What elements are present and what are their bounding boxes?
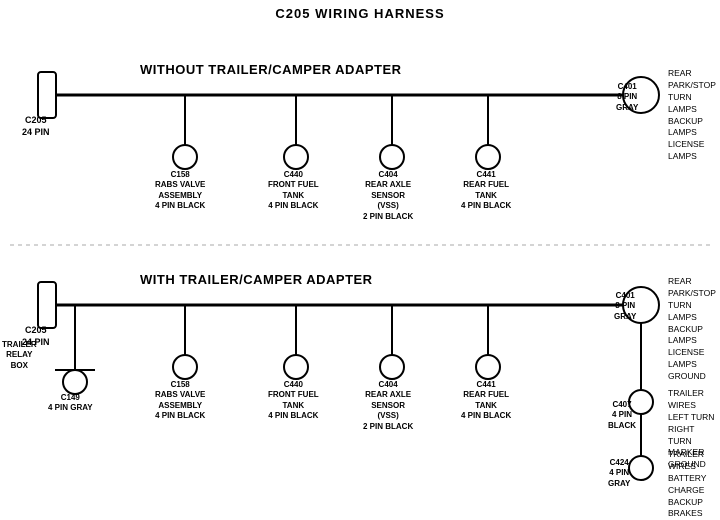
c404-bot-label: C404REAR AXLESENSOR(VSS)2 PIN BLACK xyxy=(363,380,413,432)
main-title: C205 WIRING HARNESS xyxy=(0,0,720,21)
c440-bot-label: C440FRONT FUELTANK4 PIN BLACK xyxy=(268,380,319,422)
c404-top-label: C404REAR AXLESENSOR(VSS)2 PIN BLACK xyxy=(363,170,413,222)
c158-bot-label: C158RABS VALVEASSEMBLY4 PIN BLACK xyxy=(155,380,205,422)
c424-label: C4244 PINGRAY xyxy=(608,458,630,489)
section2-title: WITH TRAILER/CAMPER ADAPTER xyxy=(140,272,373,287)
c424-side: TRAILER WIRESBATTERY CHARGEBACKUPBRAKES xyxy=(668,449,720,520)
c149-label: C1494 PIN GRAY xyxy=(48,393,93,414)
c441-bot-label: C441REAR FUELTANK4 PIN BLACK xyxy=(461,380,511,422)
c440-top-label: C440FRONT FUELTANK4 PIN BLACK xyxy=(268,170,319,212)
diagram-container: C205 WIRING HARNESS xyxy=(0,0,720,517)
c158-top-label: C158RABS VALVEASSEMBLY4 PIN BLACK xyxy=(155,170,205,212)
c407-label: C4074 PINBLACK xyxy=(608,400,636,431)
trailer-relay-label: TRAILERRELAYBOX xyxy=(2,340,37,371)
section1-title: WITHOUT TRAILER/CAMPER ADAPTER xyxy=(140,62,402,77)
c441-top-label: C441REAR FUELTANK4 PIN BLACK xyxy=(461,170,511,212)
c401-top-label: C4018 PINGRAY xyxy=(616,82,638,113)
c401-top-side: REAR PARK/STOPTURN LAMPSBACKUP LAMPSLICE… xyxy=(668,68,720,163)
c401-bot-label: C4018 PINGRAY xyxy=(614,291,636,322)
c401-bot-side: REAR PARK/STOPTURN LAMPSBACKUP LAMPSLICE… xyxy=(668,276,720,383)
wiring-svg xyxy=(0,0,720,517)
c205-top-label: C20524 PIN xyxy=(22,115,50,138)
